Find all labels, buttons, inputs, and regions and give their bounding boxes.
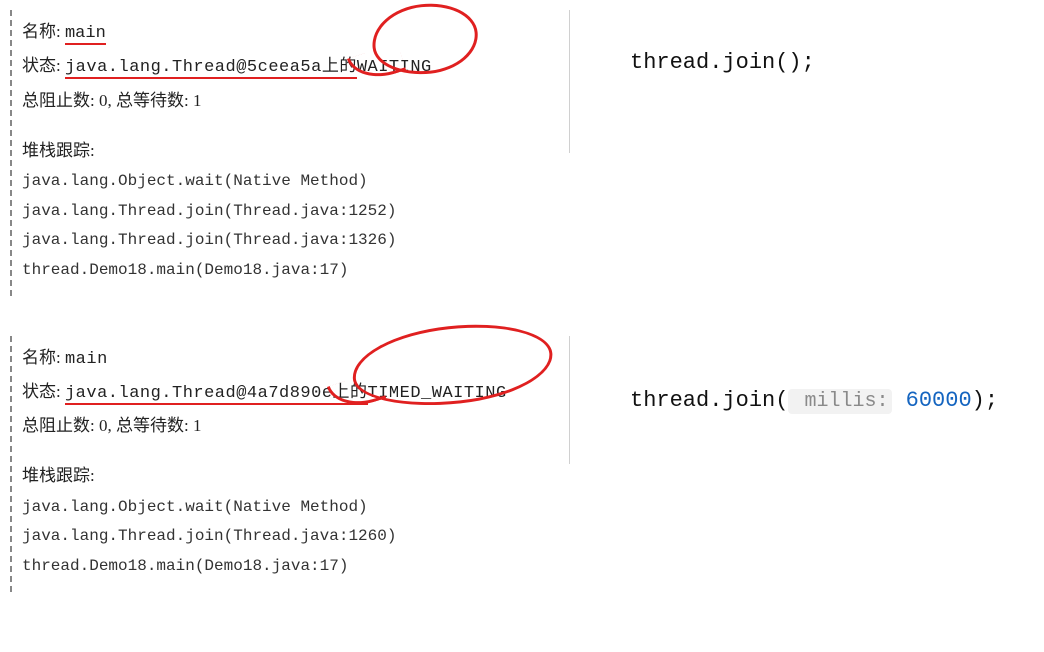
stack-title: 堆栈跟踪: <box>22 135 560 167</box>
thread-info-panel-1: 名称: main 状态: java.lang.Thread@5ceea5a上的W… <box>10 10 570 296</box>
state-highlight: WAITING <box>357 58 432 77</box>
code-snippet-1: thread.join(); <box>570 10 1024 75</box>
stack-trace-block: 堆栈跟踪: java.lang.Object.wait(Native Metho… <box>22 135 560 286</box>
code-prefix: thread.join( <box>630 388 788 413</box>
code-snippet-2: thread.join( millis: 60000); <box>570 336 1024 413</box>
stack-line: java.lang.Object.wait(Native Method) <box>22 167 560 197</box>
stack-line: java.lang.Thread.join(Thread.java:1260) <box>22 522 560 552</box>
thread-counters-line: 总阻止数: 0, 总等待数: 1 <box>22 410 560 442</box>
state-highlight: TIMED_WAITING <box>368 384 507 403</box>
stack-line: thread.Demo18.main(Demo18.java:17) <box>22 256 560 286</box>
thread-name-value: main <box>65 24 106 45</box>
state-prefix: java.lang.Thread@5ceea5a上的 <box>65 58 357 79</box>
stack-line: java.lang.Thread.join(Thread.java:1252) <box>22 197 560 227</box>
thread-state-line: 状态: java.lang.Thread@4a7d890e上的TIMED_WAI… <box>22 376 560 410</box>
thread-state-line: 状态: java.lang.Thread@5ceea5a上的WAITING <box>22 50 560 84</box>
state-prefix: java.lang.Thread@4a7d890e上的 <box>65 384 368 405</box>
name-label: 名称: <box>22 22 61 41</box>
code-param-value: 60000 <box>892 388 971 413</box>
name-label: 名称: <box>22 348 61 367</box>
example-row-1: 名称: main 状态: java.lang.Thread@5ceea5a上的W… <box>10 10 1024 296</box>
thread-name-line: 名称: main <box>22 16 560 50</box>
stack-trace-block: 堆栈跟踪: java.lang.Object.wait(Native Metho… <box>22 460 560 581</box>
stack-line: java.lang.Object.wait(Native Method) <box>22 493 560 523</box>
stack-line: thread.Demo18.main(Demo18.java:17) <box>22 552 560 582</box>
stack-title: 堆栈跟踪: <box>22 460 560 492</box>
example-row-2: 名称: main 状态: java.lang.Thread@4a7d890e上的… <box>10 336 1024 592</box>
thread-counters-line: 总阻止数: 0, 总等待数: 1 <box>22 85 560 117</box>
code-text: thread.join(); <box>630 50 815 75</box>
panel-right-separator <box>569 10 570 153</box>
code-suffix: ); <box>972 388 998 413</box>
panel-right-separator <box>569 336 570 464</box>
thread-name-line: 名称: main <box>22 342 560 376</box>
state-label: 状态: <box>22 382 61 401</box>
thread-name-value: main <box>65 350 108 369</box>
stack-line: java.lang.Thread.join(Thread.java:1326) <box>22 226 560 256</box>
code-param-name: millis: <box>788 389 892 414</box>
thread-info-panel-2: 名称: main 状态: java.lang.Thread@4a7d890e上的… <box>10 336 570 592</box>
state-label: 状态: <box>22 56 61 75</box>
